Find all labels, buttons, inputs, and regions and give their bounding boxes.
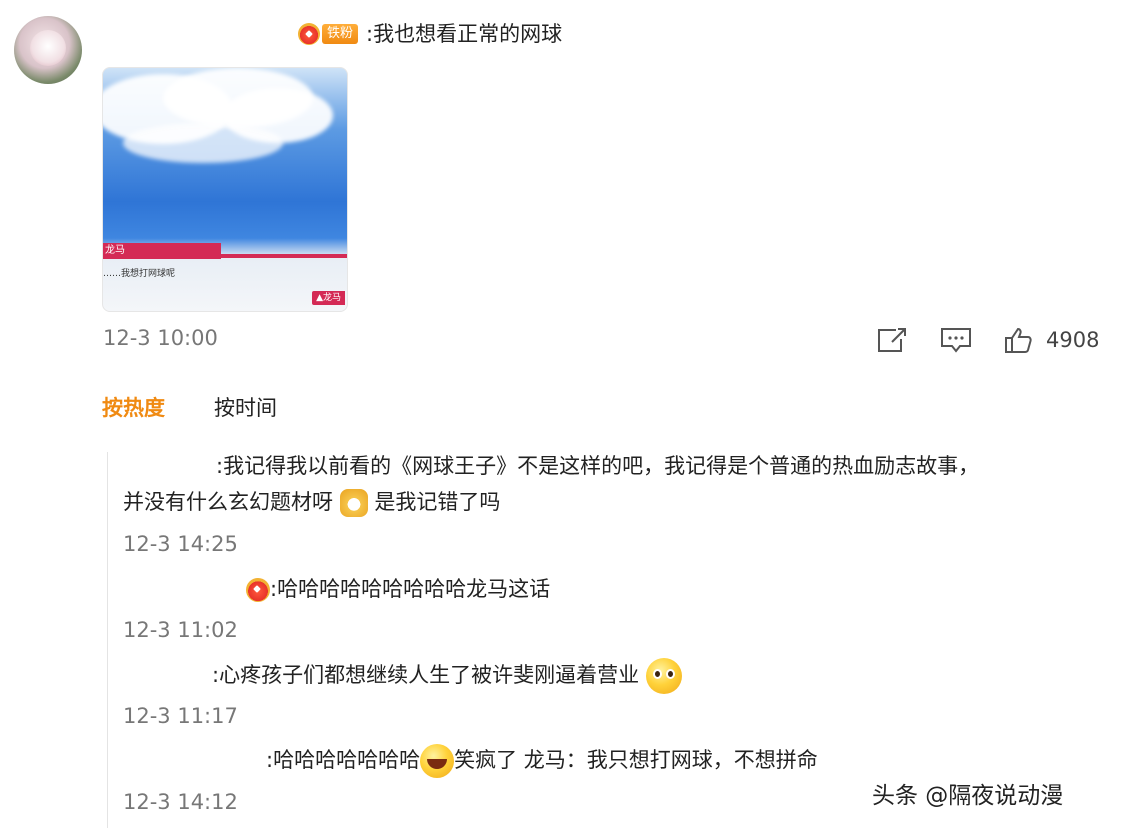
image-corner-button: ▲龙马 xyxy=(312,291,345,305)
comment-timestamp: 12-3 11:17 xyxy=(123,704,238,728)
share-button[interactable] xyxy=(876,326,908,354)
comment-text: :我记得我以前看的《网球王子》不是这样的吧，我记得是个普通的热血励志故事， xyxy=(216,454,980,478)
crown-icon xyxy=(246,578,270,602)
fan-badge: 铁粉 xyxy=(322,24,359,44)
like-button[interactable]: 4908 xyxy=(1004,326,1099,354)
dog-emoji-icon xyxy=(339,489,368,517)
thread-divider xyxy=(107,452,108,828)
like-count: 4908 xyxy=(1046,328,1100,352)
thumbs-up-icon xyxy=(1005,327,1032,353)
comment-timestamp: 12-3 14:25 xyxy=(123,532,238,556)
image-name-bar: 龙马 xyxy=(103,243,221,259)
comment-button[interactable] xyxy=(940,326,972,354)
user-avatar[interactable] xyxy=(14,16,82,84)
comment-timestamp: 12-3 14:12 xyxy=(123,790,238,814)
post-image[interactable]: 龙马 ……我想打网球呢 ▲龙马 xyxy=(102,67,348,312)
crown-icon xyxy=(298,23,320,45)
fan-badge-group: 铁粉 xyxy=(298,23,359,45)
comment-timestamp: 12-3 11:02 xyxy=(123,618,238,642)
post-timestamp: 12-3 10:00 xyxy=(103,326,218,350)
laughing-emoji-icon xyxy=(420,744,455,778)
tab-sort-time[interactable]: 按时间 xyxy=(214,392,277,422)
comment-text-line2: 并没有什么玄幻题材呀 是我记错了吗 xyxy=(123,486,500,517)
post-text: :我也想看正常的网球 xyxy=(366,22,563,46)
pleading-face-emoji-icon xyxy=(645,658,682,694)
tab-sort-hot[interactable]: 按热度 xyxy=(102,392,165,422)
comment-text: :心疼孩子们都想继续人生了被许斐刚逼着营业 xyxy=(212,658,682,694)
comment-text: :哈哈哈哈哈哈哈哈哈龙马这话 xyxy=(246,573,550,603)
image-caption: ……我想打网球呢 xyxy=(103,269,176,279)
share-icon xyxy=(878,328,906,352)
comment-icon xyxy=(941,328,971,353)
watermark: 头条 @隔夜说动漫 xyxy=(872,783,1064,809)
comment-text: :哈哈哈哈哈哈哈 笑疯了 龙马：我只想打网球，不想拼命 xyxy=(266,744,818,778)
